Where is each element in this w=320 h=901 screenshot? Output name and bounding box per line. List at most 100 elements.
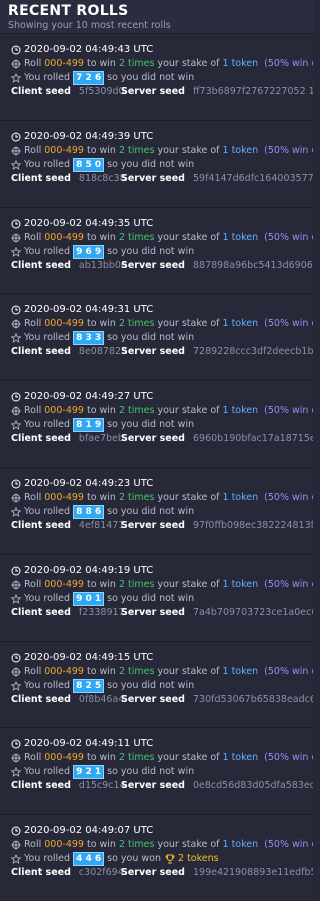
roll-timestamp-line: 2020-09-02 04:49:23 UTC (11, 477, 313, 491)
roll-range: 000-499 (44, 839, 84, 851)
to-win-label: to win (86, 752, 116, 764)
roll-outcome: so you did not win (107, 505, 195, 517)
star-icon (11, 246, 21, 257)
roll-timestamp-line: 2020-09-02 04:49:15 UTC (11, 651, 313, 665)
client-seed-label: Client seed (11, 606, 71, 618)
client-seed-group: Client seed 8e087823 (11, 345, 127, 359)
server-seed-value: 6960b190bfac17a18715e2817739f (192, 433, 313, 445)
server-seed-label: Server seed (121, 86, 185, 97)
server-seed-group: Server seed 0e8cd56d83d05dfa583ed1559b (121, 779, 313, 793)
client-seed-label: Client seed (11, 86, 71, 97)
roll-timestamp-line: 2020-09-02 04:49:31 UTC (11, 303, 313, 317)
roll-label: Roll (24, 839, 42, 851)
server-seed-label: Server seed (121, 433, 185, 445)
server-seed-value: 59f4147d6dfc164003577 8f82b6d (192, 172, 313, 184)
server-seed-value: ff73b6897f2767227052 1a8ab8c1e (192, 86, 313, 97)
roll-timestamp-line: 2020-09-02 04:49:11 UTC (11, 737, 313, 751)
roll-outcome: so you did not win (107, 245, 195, 257)
client-seed-group: Client seed 818c8c38 (11, 172, 126, 186)
roll-label: Roll (24, 752, 42, 764)
roll-condition-line: Roll 000-499 to win 2 times your stake o… (11, 404, 313, 418)
stake-amount: 1 token (222, 144, 259, 156)
win-chance: (50% win chance) (264, 839, 313, 851)
win-multiplier: 2 times (118, 405, 155, 417)
server-seed-value: 199e421908893e11edfb5d0e2603 (192, 867, 313, 879)
roll-timestamp: 2020-09-02 04:49:43 UTC (24, 44, 154, 55)
you-rolled-label: You rolled (24, 158, 71, 170)
roll-range: 000-499 (44, 578, 84, 590)
win-multiplier: 2 times (118, 665, 155, 677)
you-rolled-label: You rolled (24, 332, 71, 344)
roll-entry: 2020-09-02 04:49:23 UTC Roll 000-499 to … (0, 466, 313, 554)
clock-icon (11, 653, 21, 663)
roll-entry: 2020-09-02 04:49:27 UTC Roll 000-499 to … (0, 380, 313, 467)
roll-condition-line: Roll 000-499 to win 2 times your stake o… (11, 751, 313, 765)
seeds-line: Client seed d15c9c14 Server seed 0e8cd56… (11, 779, 313, 793)
crosshair-icon (11, 667, 21, 677)
client-seed-label: Client seed (11, 172, 71, 184)
you-rolled-label: You rolled (24, 766, 71, 778)
roll-result-line: You rolled 8 5 0 so you did not win (11, 157, 313, 172)
roll-timestamp: 2020-09-02 04:49:11 UTC (24, 738, 154, 750)
server-seed-group: Server seed 7289228ccc3df2deecb1b4cc6e (121, 345, 313, 359)
seeds-line: Client seed 4ef81471 Server seed 97f0ffb… (11, 519, 313, 533)
server-seed-label: Server seed (121, 519, 185, 531)
stake-amount: 1 token (222, 752, 259, 764)
client-seed-group: Client seed 0f8b46a4 (11, 693, 124, 707)
star-icon (11, 854, 21, 865)
roll-label: Roll (24, 405, 42, 417)
roll-outcome: so you did not win (107, 766, 195, 778)
rolled-value-badge: 9 6 9 (73, 244, 105, 259)
crosshair-icon (11, 840, 21, 850)
roll-range: 000-499 (44, 144, 84, 156)
you-rolled-label: You rolled (24, 419, 71, 431)
clock-icon (11, 739, 21, 749)
roll-result-line: You rolled 4 4 6 so you won 2 tokens (11, 852, 313, 867)
win-chance: (50% win chance) (264, 58, 313, 69)
rolled-value-badge: 7 2 6 (73, 71, 105, 85)
roll-entry: 2020-09-02 04:49:39 UTC Roll 000-499 to … (0, 119, 313, 207)
roll-condition-line: Roll 000-499 to win 2 times your stake o… (11, 665, 313, 679)
seeds-line: Client seed bfae7beb Server seed 6960b19… (11, 432, 313, 446)
rolled-value-badge: 4 4 6 (73, 852, 105, 867)
clock-icon (11, 566, 21, 576)
trophy-icon (165, 854, 175, 864)
roll-outcome: so you did not win (107, 592, 195, 604)
roll-timestamp-line: 2020-09-02 04:49:39 UTC (11, 130, 313, 144)
win-chance: (50% win chance) (264, 231, 313, 243)
rolled-value-badge: 8 3 3 (73, 331, 105, 346)
stake-amount: 1 token (222, 58, 259, 69)
roll-timestamp: 2020-09-02 04:49:35 UTC (24, 217, 154, 229)
win-multiplier: 2 times (118, 144, 155, 156)
roll-entry: 2020-09-02 04:49:11 UTC Roll 000-499 to … (0, 727, 313, 815)
win-chance: (50% win chance) (264, 665, 313, 677)
to-win-label: to win (86, 578, 116, 590)
win-chance: (50% win chance) (264, 491, 313, 503)
client-seed-label: Client seed (11, 519, 71, 531)
win-multiplier: 2 times (118, 491, 155, 503)
star-icon (11, 593, 21, 604)
client-seed-value: ab13bb0e (78, 259, 127, 271)
client-seed-label: Client seed (11, 693, 71, 705)
roll-entry: 2020-09-02 04:49:15 UTC Roll 000-499 to … (0, 640, 313, 728)
roll-entry: 2020-09-02 04:49:43 UTC Roll 000-499 to … (0, 33, 313, 120)
stake-label: your stake of (157, 491, 220, 503)
clock-icon (11, 479, 21, 489)
stake-amount: 1 token (222, 231, 259, 243)
roll-outcome: so you did not win (107, 679, 195, 691)
win-multiplier: 2 times (118, 318, 155, 330)
server-seed-group: Server seed 7a4b709703723ce1a0ec6cab19d (121, 606, 313, 620)
stake-label: your stake of (157, 752, 220, 764)
roll-outcome: so you did not win (107, 72, 195, 83)
client-seed-group: Client seed f2338917 (11, 606, 125, 620)
to-win-label: to win (86, 839, 116, 851)
roll-label: Roll (24, 578, 42, 590)
stake-label: your stake of (157, 578, 220, 590)
to-win-label: to win (86, 318, 116, 330)
clock-icon (11, 219, 21, 229)
server-seed-group: Server seed 887898a96bc5413d6906c885ab (121, 259, 313, 273)
server-seed-group: Server seed 59f4147d6dfc164003577 8f82b6… (121, 172, 313, 186)
server-seed-label: Server seed (121, 867, 185, 879)
roll-timestamp-line: 2020-09-02 04:49:07 UTC (11, 824, 313, 838)
you-rolled-label: You rolled (24, 679, 71, 691)
